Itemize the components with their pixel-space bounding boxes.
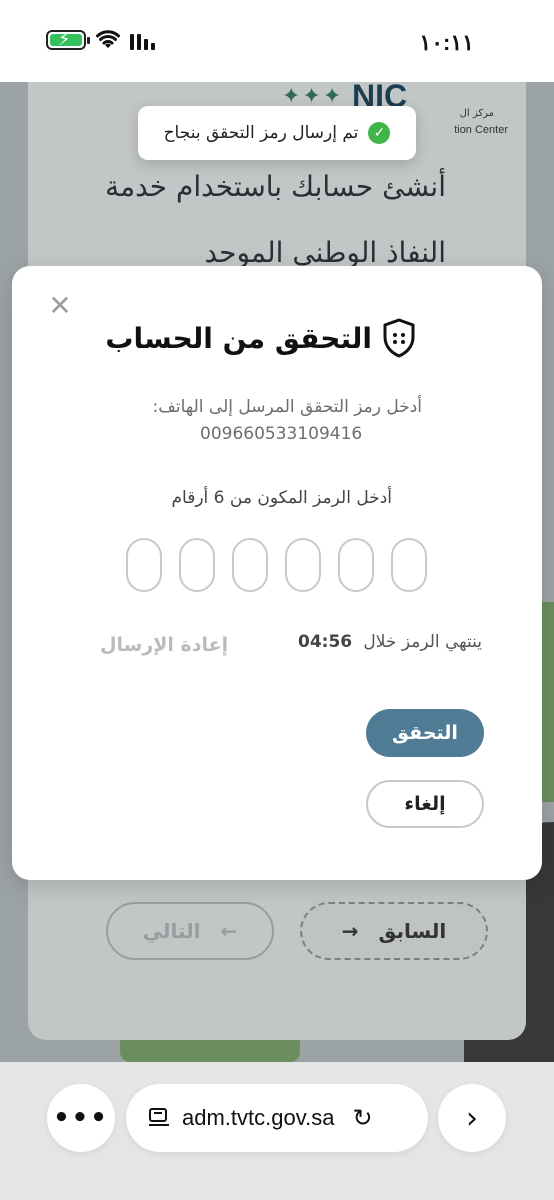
reader-icon[interactable] (148, 1108, 170, 1128)
logo-subtitle-ar: مركز ال (459, 108, 494, 119)
status-time: ١٠:١١ (419, 30, 474, 55)
otp-digit-input[interactable] (391, 538, 427, 592)
otp-digit-input[interactable] (126, 538, 162, 592)
otp-digit-input[interactable] (285, 538, 321, 592)
verification-modal: ✕ التحقق من الحساب أدخل رمز التحقق المرس… (12, 266, 542, 880)
otp-inputs (126, 538, 427, 592)
wifi-icon (96, 30, 120, 48)
instruction-text: أدخل رمز التحقق المرسل إلى الهاتف: (152, 397, 422, 417)
expire-countdown: 04:56 (298, 632, 353, 652)
browser-toolbar: ••• adm.tvtc.gov.sa ↻ › (0, 1062, 554, 1200)
modal-header: التحقق من الحساب (105, 318, 416, 358)
url-text: adm.tvtc.gov.sa (182, 1105, 335, 1130)
address-bar[interactable]: adm.tvtc.gov.sa ↻ (126, 1084, 428, 1152)
previous-button[interactable]: → السابق (300, 902, 488, 960)
timer-row: ينتهي الرمز خلال 04:56 إعادة الإرسال (12, 632, 542, 662)
expire-label: ينتهي الرمز خلال (363, 632, 482, 652)
next-label: التالي (142, 919, 201, 943)
signal-icon (130, 34, 155, 50)
previous-label: السابق (378, 919, 447, 943)
otp-digit-input[interactable] (338, 538, 374, 592)
chevron-right-icon[interactable]: › (438, 1084, 506, 1152)
logo-subtitle-en: tion Center (454, 124, 508, 136)
heading-line-1: أنشئ حسابك باستخدام خدمة (105, 170, 446, 203)
shield-icon (383, 318, 415, 358)
phone-number: 009660533109416 (200, 424, 363, 444)
verify-button[interactable]: التحقق (366, 709, 484, 757)
otp-digit-input[interactable] (232, 538, 268, 592)
arrow-left-icon: ← (220, 919, 238, 943)
wizard-nav: → السابق التالي ← (106, 900, 488, 960)
modal-title: التحقق من الحساب (105, 321, 372, 355)
cancel-button[interactable]: إلغاء (366, 780, 484, 828)
next-button[interactable]: التالي ← (106, 902, 274, 960)
otp-digit-input[interactable] (179, 538, 215, 592)
battery-charging-icon: ⚡ (46, 29, 90, 50)
status-bar: ⚡ ١٠:١١ (0, 0, 554, 82)
code-label: أدخل الرمز المكون من 6 أرقام (171, 488, 393, 508)
resend-button[interactable]: إعادة الإرسال (100, 634, 228, 656)
arrow-right-icon: → (341, 919, 359, 943)
success-toast: ✓ تم إرسال رمز التحقق بنجاح (138, 106, 416, 160)
reload-icon[interactable]: ↻ (352, 1104, 372, 1132)
close-icon[interactable]: ✕ (48, 292, 72, 320)
check-circle-icon: ✓ (368, 122, 391, 144)
toast-message: تم إرسال رمز التحقق بنجاح (163, 123, 359, 143)
more-icon[interactable]: ••• (47, 1084, 115, 1152)
status-icons: ⚡ (46, 29, 158, 50)
